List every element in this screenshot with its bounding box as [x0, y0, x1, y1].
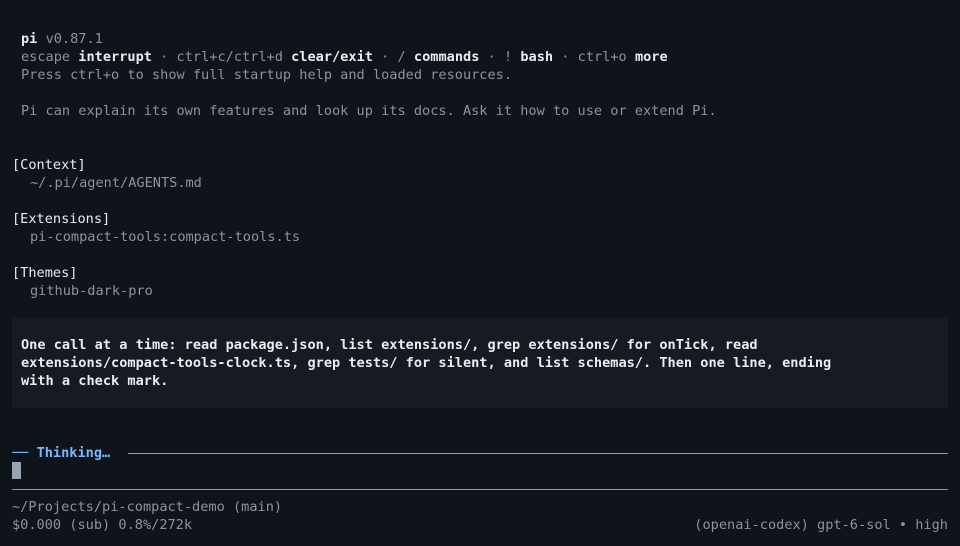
hint-action-bash: bash: [520, 49, 554, 65]
hint-key-escape: escape: [21, 49, 71, 65]
hint-key-ctrl-o: ctrl+o: [577, 49, 627, 65]
startup-hint: Press ctrl+o to show full startup help a…: [21, 67, 513, 83]
thinking-rule: [128, 453, 948, 454]
hint-separator: ·: [553, 49, 578, 65]
footer-model: (openai-codex) gpt-6-sol • high: [694, 517, 948, 533]
extensions-item: pi-compact-tools:compact-tools.ts: [30, 229, 301, 245]
user-message-line: extensions/compact-tools-clock.ts, grep …: [21, 355, 832, 371]
hint-separator: ·: [479, 49, 504, 65]
hint-key-slash: /: [397, 49, 406, 65]
app-version: v0.87.1: [45, 31, 103, 47]
tip-text: Pi can explain its own features and look…: [21, 103, 717, 119]
version-line: pi v0.87.1: [21, 30, 103, 48]
footer-path: ~/Projects/pi-compact-demo (main): [12, 499, 283, 515]
thinking-indicator: ── Thinking…: [12, 444, 111, 462]
themes-item: github-dark-pro: [30, 283, 153, 299]
extensions-section-title: [Extensions]: [12, 211, 111, 227]
hint-separator: ·: [151, 49, 177, 65]
hint-action-commands: commands: [413, 49, 480, 65]
input-cursor[interactable]: [12, 462, 21, 479]
hint-action-interrupt: interrupt: [78, 49, 152, 65]
thinking-rule-prefix: ──: [12, 445, 37, 461]
hint-key-bang: !: [503, 49, 513, 65]
footer-cost: $0.000 (sub) 0.8%/272k: [12, 517, 193, 533]
context-item: ~/.pi/agent/AGENTS.md: [30, 175, 202, 191]
user-message-line: with a check mark.: [21, 373, 169, 389]
user-message: One call at a time: read package.json, l…: [12, 318, 948, 408]
keybinding-hints: escape interrupt · ctrl+c/ctrl+d clear/e…: [21, 48, 668, 66]
hint-key-clear-exit: ctrl+c/ctrl+d: [176, 49, 283, 65]
input-bottom-rule: [12, 489, 948, 490]
hint-separator: ·: [372, 49, 398, 65]
hint-action-clear-exit: clear/exit: [291, 49, 373, 65]
thinking-label: Thinking…: [36, 445, 111, 461]
hint-action-more: more: [634, 49, 668, 65]
themes-section-title: [Themes]: [12, 265, 78, 281]
app-name: pi: [21, 31, 38, 47]
user-message-line: One call at a time: read package.json, l…: [21, 337, 758, 353]
context-section-title: [Context]: [12, 157, 86, 173]
